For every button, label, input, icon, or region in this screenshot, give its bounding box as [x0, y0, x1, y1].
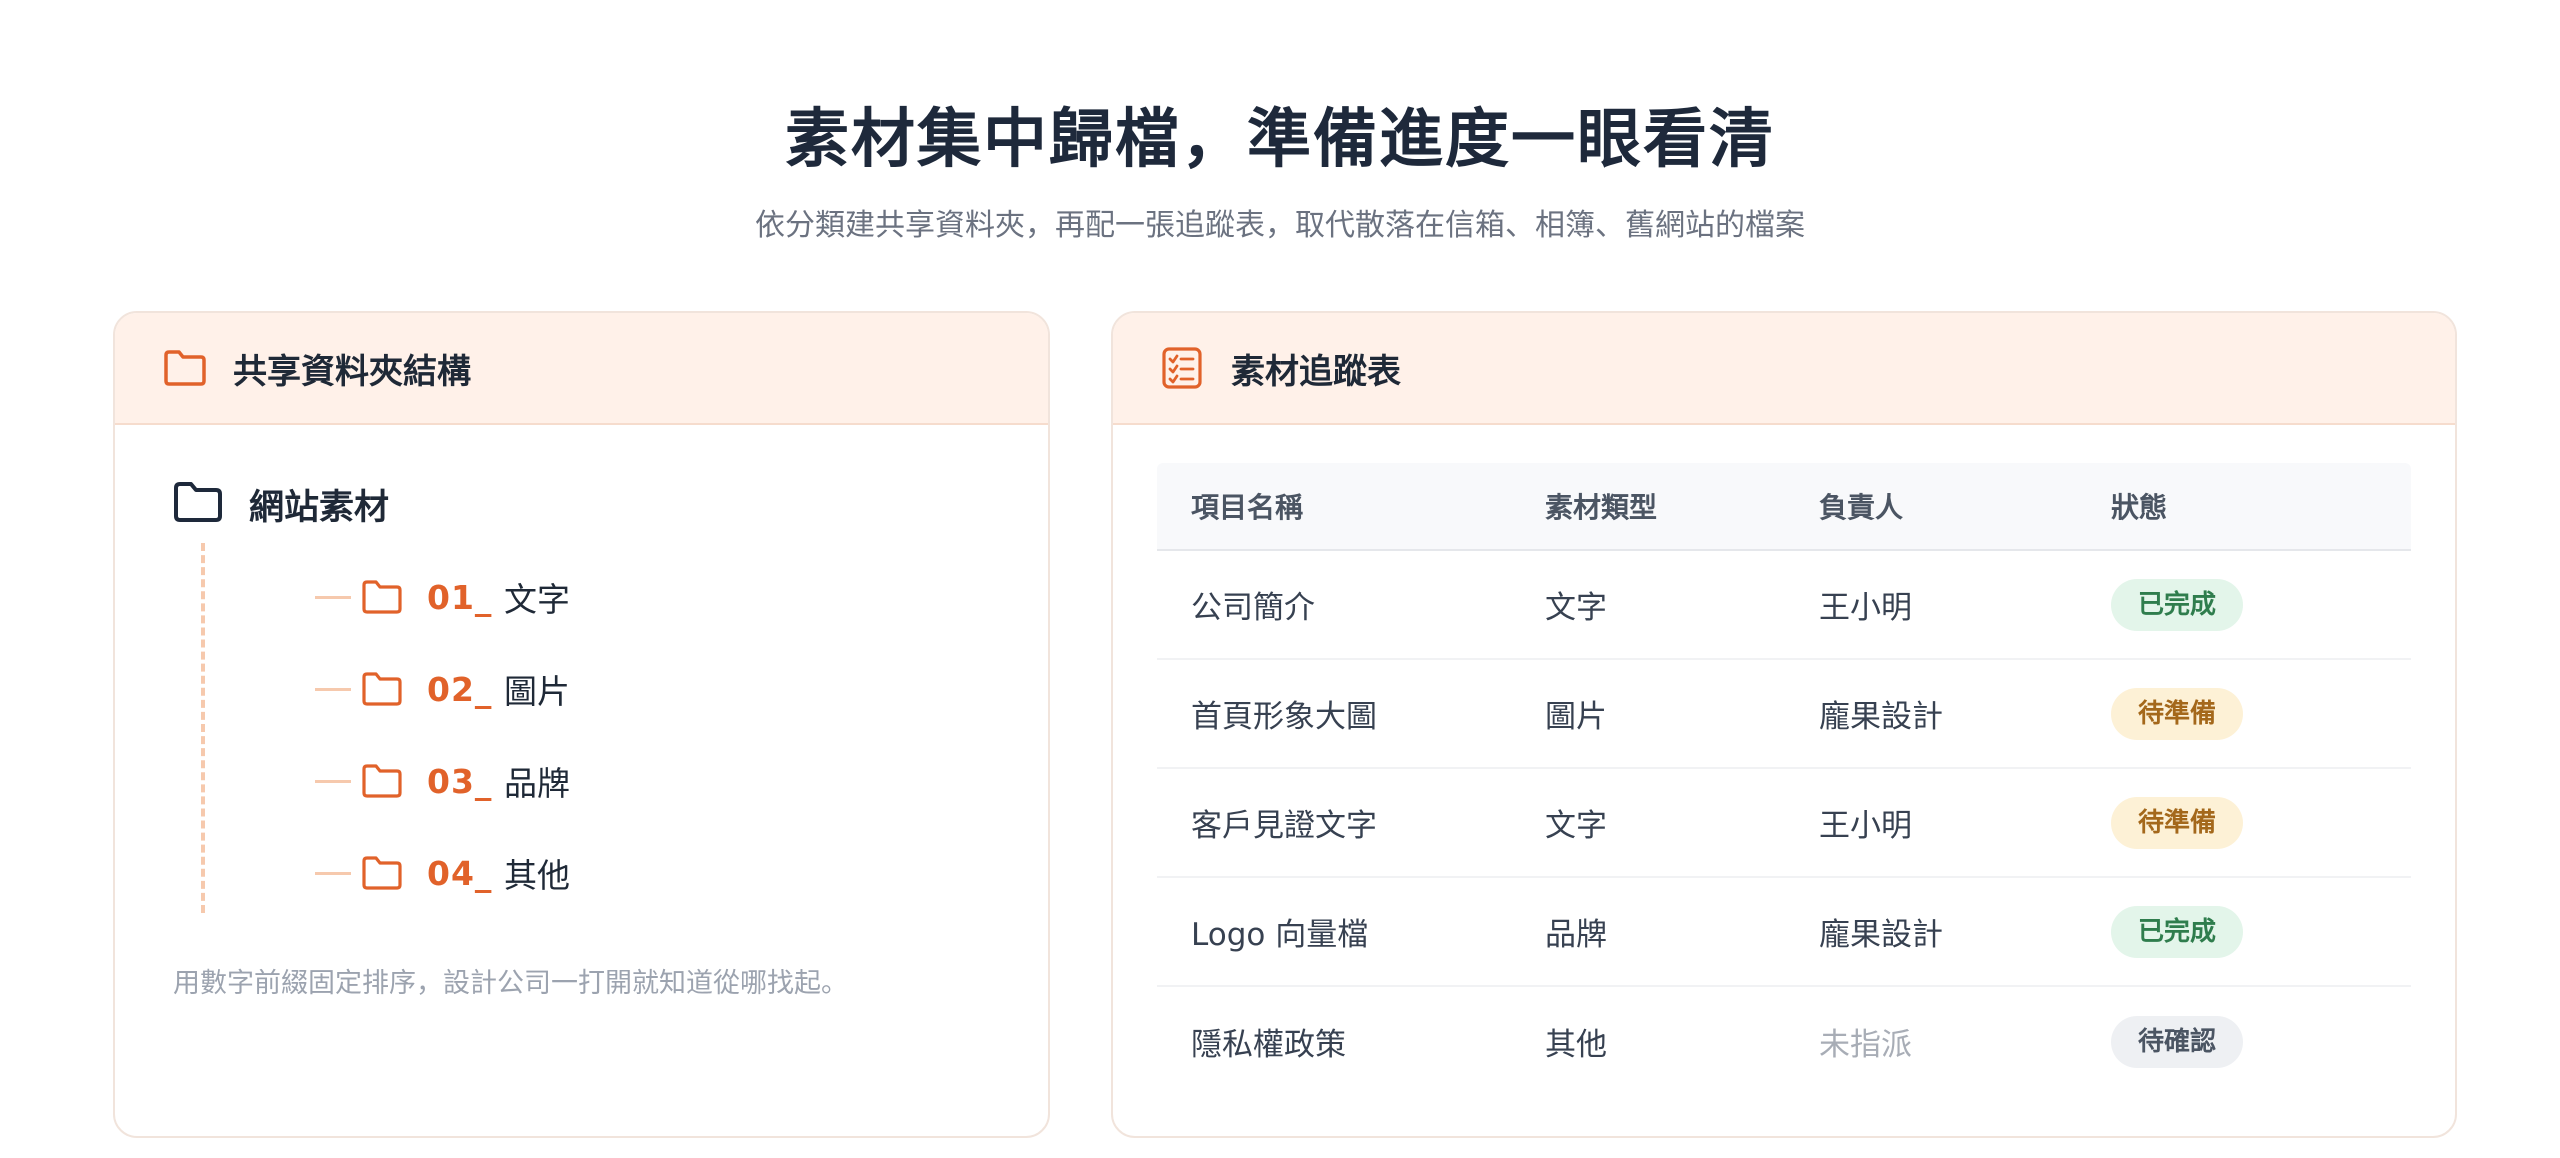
subfolder-number: 03_	[427, 761, 493, 801]
folder-tree: 網站素材	[115, 425, 1048, 531]
subfolder-label: 品牌	[504, 764, 570, 803]
folder-icon	[173, 481, 223, 527]
subfolder-item[interactable]: 03_ 品牌	[115, 735, 1048, 827]
column-header-owner[interactable]: 負責人	[1819, 486, 2111, 526]
table-row[interactable]: 客戶見證文字 文字 王小明 待準備	[1157, 769, 2411, 878]
status-badge[interactable]: 已完成	[2111, 905, 2244, 958]
cell-status: 待準備	[2111, 796, 2411, 849]
subfolder-number: 02_	[427, 669, 493, 709]
cell-type: 文字	[1545, 590, 1607, 626]
cell-type: 圖片	[1545, 699, 1607, 735]
subfolder-label: 圖片	[504, 672, 570, 711]
page-header: 素材集中歸檔，準備進度一眼看清 依分類建共享資料夾，再配一張追蹤表，取代散落在信…	[0, 0, 2560, 246]
subfolder-item[interactable]: 01_ 文字	[115, 551, 1048, 643]
table-row[interactable]: 首頁形象大圖 圖片 龐果設計 待準備	[1157, 660, 2411, 769]
root-folder-label: 網站素材	[249, 487, 390, 528]
tracker-table: 項目名稱 素材類型 負責人 狀態 公司簡介 文字 王小明 已完成 首頁形象大圖 …	[1113, 425, 2455, 1096]
folder-card-title: 共享資料夾結構	[233, 351, 471, 392]
cell-type: 文字	[1545, 808, 1607, 844]
folder-card-header: 共享資料夾結構	[115, 313, 1048, 425]
cell-owner: 龐果設計	[1819, 699, 1943, 735]
page-title: 素材集中歸檔，準備進度一眼看清	[785, 103, 1775, 177]
folder-icon	[361, 763, 403, 799]
folder-icon	[361, 855, 403, 891]
status-badge[interactable]: 待準備	[2111, 687, 2244, 740]
cell-status: 待準備	[2111, 687, 2411, 740]
cell-owner: 龐果設計	[1819, 917, 1943, 953]
subfolder-number: 04_	[427, 853, 493, 893]
checklist-icon	[1161, 345, 1207, 391]
table-row[interactable]: 隱私權政策 其他 未指派 待確認	[1157, 987, 2411, 1096]
table-row[interactable]: Logo 向量檔 品牌 龐果設計 已完成	[1157, 878, 2411, 987]
cell-name: 首頁形象大圖	[1191, 699, 1377, 735]
tree-connector	[315, 688, 351, 691]
root-folder[interactable]: 網站素材	[173, 477, 1048, 531]
table-header: 項目名稱 素材類型 負責人 狀態	[1157, 463, 2411, 551]
subfolder-number: 01_	[427, 577, 493, 617]
subfolder-item[interactable]: 02_ 圖片	[115, 643, 1048, 735]
folder-icon	[163, 345, 209, 391]
cell-name: 客戶見證文字	[1191, 808, 1377, 844]
cell-owner: 王小明	[1819, 590, 1912, 626]
cell-owner: 未指派	[1819, 1027, 1912, 1063]
column-header-status[interactable]: 狀態	[2111, 486, 2411, 526]
status-badge[interactable]: 已完成	[2111, 578, 2244, 631]
cell-status: 待確認	[2111, 1015, 2411, 1068]
subfolder-label: 文字	[504, 580, 570, 619]
subfolder-label: 其他	[504, 856, 570, 895]
tree-connector	[315, 872, 351, 875]
cell-owner: 王小明	[1819, 808, 1912, 844]
folder-structure-card: 共享資料夾結構 網站素材 01_ 文字 02_ 圖片 03_ 品牌 04_ 其他…	[113, 311, 1050, 1138]
cell-type: 品牌	[1545, 917, 1607, 953]
tree-connector	[315, 596, 351, 599]
page-subtitle: 依分類建共享資料夾，再配一張追蹤表，取代散落在信箱、相簿、舊網站的檔案	[755, 208, 1805, 243]
cell-type: 其他	[1545, 1027, 1607, 1063]
cell-status: 已完成	[2111, 578, 2411, 631]
cell-name: Logo 向量檔	[1191, 917, 1369, 953]
tracker-card-header: 素材追蹤表	[1113, 313, 2455, 425]
tracker-card-title: 素材追蹤表	[1231, 351, 1401, 392]
table-row[interactable]: 公司簡介 文字 王小明 已完成	[1157, 551, 2411, 660]
subfolder-item[interactable]: 04_ 其他	[115, 827, 1048, 919]
cell-name: 公司簡介	[1191, 590, 1315, 626]
status-badge[interactable]: 待準備	[2111, 796, 2244, 849]
cell-name: 隱私權政策	[1191, 1027, 1346, 1063]
tree-connector	[315, 780, 351, 783]
page: 素材集中歸檔，準備進度一眼看清 依分類建共享資料夾，再配一張追蹤表，取代散落在信…	[0, 0, 2560, 1158]
folder-icon	[361, 671, 403, 707]
column-header-type[interactable]: 素材類型	[1545, 486, 1819, 526]
column-header-name[interactable]: 項目名稱	[1157, 486, 1545, 526]
status-badge[interactable]: 待確認	[2111, 1015, 2244, 1068]
tracker-card: 素材追蹤表 項目名稱 素材類型 負責人 狀態 公司簡介 文字 王小明 已完成 首…	[1111, 311, 2457, 1138]
cell-status: 已完成	[2111, 905, 2411, 958]
folder-note: 用數字前綴固定排序，設計公司一打開就知道從哪找起。	[173, 968, 848, 999]
folder-icon	[361, 579, 403, 615]
